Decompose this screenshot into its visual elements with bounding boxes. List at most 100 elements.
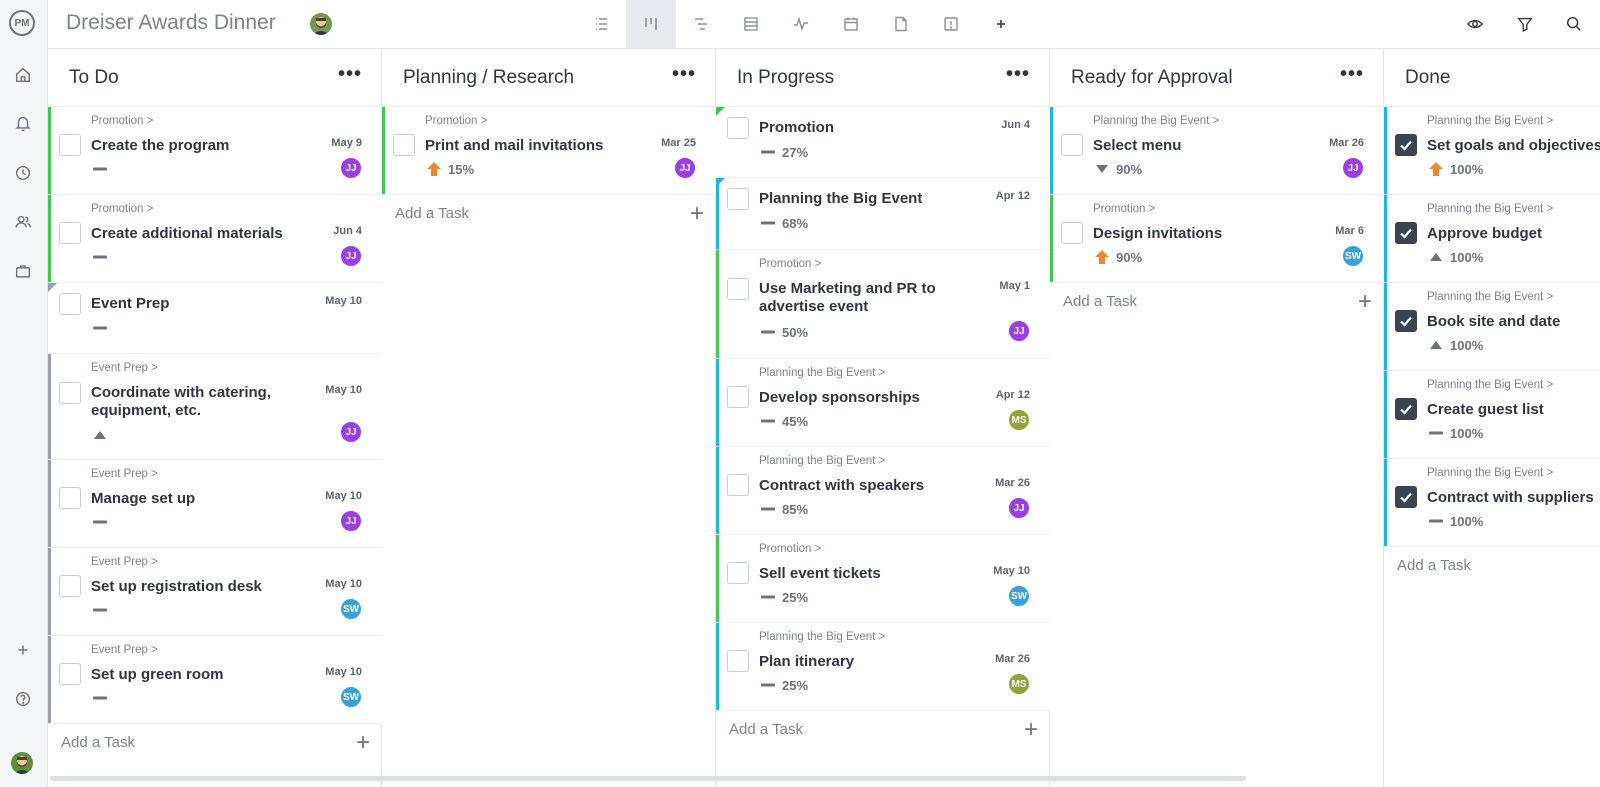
clock-icon[interactable] (13, 163, 33, 183)
bell-icon[interactable] (13, 113, 33, 133)
task-name[interactable]: Use Marketing and PR to advertise event (759, 280, 959, 316)
task-card[interactable]: Event Prep May 10 (48, 283, 382, 354)
assignee-avatar[interactable]: JJ (340, 245, 362, 267)
task-name[interactable]: Create additional materials (91, 225, 283, 243)
task-checkbox-checked[interactable] (1395, 486, 1417, 508)
add-task-row[interactable]: Add a Task + (716, 711, 1050, 751)
task-checkbox[interactable] (727, 474, 749, 496)
task-name[interactable]: Contract with speakers (759, 477, 924, 495)
overview-icon[interactable] (926, 0, 976, 48)
task-card[interactable]: Planning the Big Event > Set goals and o… (1384, 107, 1600, 195)
assignee-avatar[interactable]: JJ (1008, 497, 1030, 519)
task-checkbox-checked[interactable] (1395, 222, 1417, 244)
task-parent-link[interactable]: Planning the Big Event > (1427, 467, 1553, 479)
task-name[interactable]: Contract with suppliers (1427, 489, 1594, 507)
task-card[interactable]: Planning the Big Event > Select menu Mar… (1050, 107, 1384, 195)
search-icon[interactable] (1564, 14, 1584, 34)
task-name[interactable]: Coordinate with catering, equipment, etc… (91, 384, 291, 420)
column-menu-icon[interactable]: ••• (1006, 64, 1030, 84)
task-parent-link[interactable]: Planning the Big Event > (1427, 379, 1553, 391)
add-task-label[interactable]: Add a Task (61, 734, 135, 751)
task-name[interactable]: Book site and date (1427, 313, 1560, 331)
assignee-avatar[interactable]: JJ (1342, 157, 1364, 179)
column-title[interactable]: Done (1405, 67, 1450, 89)
add-task-plus-icon[interactable]: + (356, 729, 370, 757)
task-card[interactable]: Promotion > Design invitations Mar 6 90%… (1050, 195, 1384, 283)
task-name[interactable]: Set up green room (91, 666, 224, 684)
task-checkbox[interactable] (1061, 134, 1083, 156)
task-card[interactable]: Planning the Big Event > Book site and d… (1384, 283, 1600, 371)
task-checkbox[interactable] (59, 293, 81, 315)
task-checkbox[interactable] (59, 575, 81, 597)
task-checkbox[interactable] (727, 386, 749, 408)
task-checkbox[interactable] (59, 134, 81, 156)
column-title[interactable]: In Progress (737, 67, 834, 89)
pm-logo[interactable]: PM (9, 10, 35, 36)
calendar-view-icon[interactable] (826, 0, 876, 48)
task-card[interactable]: Promotion Jun 4 27% (716, 107, 1050, 178)
board-view-icon[interactable] (626, 0, 676, 48)
task-name[interactable]: Print and mail invitations (425, 137, 603, 155)
task-checkbox[interactable] (727, 650, 749, 672)
task-name[interactable]: Event Prep (91, 295, 169, 313)
task-parent-link[interactable]: Planning the Big Event > (1093, 115, 1219, 127)
add-task-row[interactable]: Add a Task (1384, 547, 1600, 587)
list-view-icon[interactable] (576, 0, 626, 48)
column-title[interactable]: Ready for Approval (1071, 67, 1233, 89)
task-parent-link[interactable]: Promotion > (91, 203, 153, 215)
task-name[interactable]: Manage set up (91, 490, 195, 508)
task-parent-link[interactable]: Promotion > (1093, 203, 1155, 215)
assignee-avatar[interactable]: JJ (340, 157, 362, 179)
task-card[interactable]: Promotion > Sell event tickets May 10 25… (716, 535, 1050, 623)
task-name[interactable]: Select menu (1093, 137, 1181, 155)
horizontal-scrollbar[interactable] (50, 776, 1246, 781)
assignee-avatar[interactable]: JJ (340, 510, 362, 532)
task-parent-link[interactable]: Promotion > (759, 543, 821, 555)
column-title[interactable]: To Do (69, 67, 119, 89)
task-parent-link[interactable]: Event Prep > (91, 556, 158, 568)
task-parent-link[interactable]: Event Prep > (91, 644, 158, 656)
task-checkbox-checked[interactable] (1395, 134, 1417, 156)
filter-icon[interactable] (1515, 14, 1535, 34)
task-card[interactable]: Promotion > Print and mail invitations M… (382, 107, 716, 195)
task-name[interactable]: Sell event tickets (759, 565, 881, 583)
add-task-plus-icon[interactable]: + (690, 200, 704, 228)
task-checkbox[interactable] (727, 117, 749, 139)
task-name[interactable]: Planning the Big Event (759, 190, 922, 208)
user-avatar[interactable] (11, 752, 33, 774)
task-checkbox[interactable] (59, 663, 81, 685)
task-card[interactable]: Event Prep > Set up green room May 10 SW (48, 636, 382, 724)
task-parent-link[interactable]: Promotion > (91, 115, 153, 127)
task-checkbox[interactable] (59, 222, 81, 244)
task-checkbox[interactable] (727, 278, 749, 300)
add-task-row[interactable]: Add a Task + (1050, 283, 1384, 323)
task-name[interactable]: Develop sponsorships (759, 389, 920, 407)
task-parent-link[interactable]: Planning the Big Event > (759, 631, 885, 643)
task-parent-link[interactable]: Promotion > (759, 258, 821, 270)
add-task-label[interactable]: Add a Task (1397, 557, 1471, 574)
add-task-plus-icon[interactable]: + (1024, 716, 1038, 744)
plus-icon[interactable] (13, 640, 33, 660)
task-parent-link[interactable]: Planning the Big Event > (1427, 291, 1553, 303)
task-checkbox-checked[interactable] (1395, 398, 1417, 420)
task-checkbox[interactable] (59, 487, 81, 509)
task-parent-link[interactable]: Planning the Big Event > (759, 367, 885, 379)
add-task-label[interactable]: Add a Task (395, 205, 469, 222)
task-card[interactable]: Planning the Big Event > Create guest li… (1384, 371, 1600, 459)
briefcase-icon[interactable] (13, 261, 33, 281)
task-parent-link[interactable]: Planning the Big Event > (759, 455, 885, 467)
project-title[interactable]: Dreiser Awards Dinner (66, 11, 276, 35)
task-parent-link[interactable]: Promotion > (425, 115, 487, 127)
task-name[interactable]: Set goals and objectives (1427, 137, 1600, 155)
task-parent-link[interactable]: Planning the Big Event > (1427, 203, 1553, 215)
task-card[interactable]: Event Prep > Set up registration desk Ma… (48, 548, 382, 636)
docs-view-icon[interactable] (876, 0, 926, 48)
dashboard-view-icon[interactable] (776, 0, 826, 48)
task-name[interactable]: Plan itinerary (759, 653, 854, 671)
task-card[interactable]: Planning the Big Event > Develop sponsor… (716, 359, 1050, 447)
task-checkbox[interactable] (393, 134, 415, 156)
assignee-avatar[interactable]: SW (1008, 585, 1030, 607)
sheet-view-icon[interactable] (726, 0, 776, 48)
assignee-avatar[interactable]: JJ (674, 157, 696, 179)
assignee-avatar[interactable]: SW (340, 686, 362, 708)
